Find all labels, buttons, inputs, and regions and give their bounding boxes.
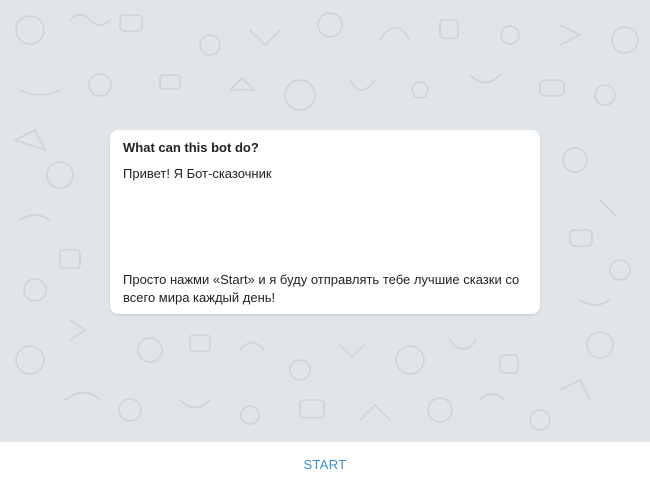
bottom-bar: START [0,441,650,487]
bot-info-card: What can this bot do? Привет! Я Бот-сказ… [110,130,540,314]
bot-info-description: Просто нажми «Start» и я буду отправлять… [123,272,520,305]
bot-info-title: What can this bot do? [123,140,259,155]
start-button[interactable]: START [284,449,367,480]
bot-info-greeting: Привет! Я Бот-сказочник [123,166,272,181]
